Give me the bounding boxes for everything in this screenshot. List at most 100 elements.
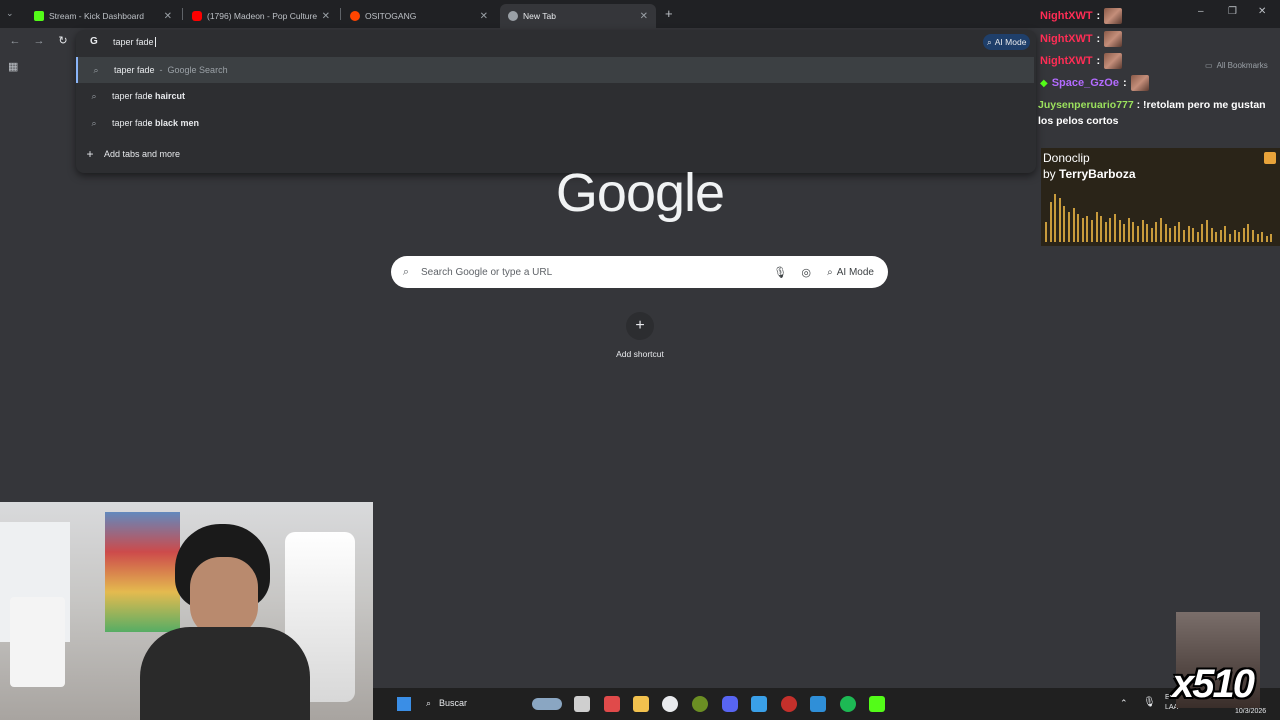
clapper-icon	[1264, 152, 1276, 164]
close-icon[interactable]: ✕	[480, 11, 488, 22]
visualizer-bar	[1201, 224, 1204, 242]
visualizer-bar	[1137, 226, 1139, 242]
apps-grid-icon[interactable]: ▦	[8, 60, 18, 73]
tab-kick-dashboard[interactable]: Stream - Kick Dashboard ✕	[26, 4, 180, 28]
chat-username: NightXWT	[1040, 33, 1093, 45]
kick-icon	[34, 11, 44, 21]
close-icon[interactable]: ✕	[164, 11, 172, 22]
visualizer-bar	[1146, 224, 1149, 242]
forward-arrow-icon[interactable]: →	[32, 34, 46, 48]
visualizer-bar	[1196, 232, 1199, 242]
visualizer-bar	[1178, 222, 1181, 242]
app-icon[interactable]	[781, 696, 797, 712]
visualizer-bar	[1104, 222, 1107, 242]
chat-text: :	[1096, 55, 1101, 67]
visualizer-bar	[1192, 228, 1195, 242]
taskbar-search-label: Buscar	[439, 698, 468, 708]
chat-username: Space_GzOe	[1051, 77, 1119, 89]
visualizer-bar	[1077, 214, 1080, 242]
chat-username: NightXWT	[1040, 10, 1093, 22]
suggestion-row[interactable]: ⌕ taper fad e haircut	[76, 83, 1034, 109]
microphone-icon[interactable]: 🎙	[767, 266, 793, 279]
visualizer-bar	[1270, 234, 1273, 242]
chat-message: NightXWT :	[1040, 53, 1123, 69]
file-explorer-icon[interactable]	[633, 696, 649, 712]
webcam-face	[190, 557, 258, 637]
visualizer-bar	[1072, 208, 1075, 242]
obs-icon[interactable]	[692, 696, 708, 712]
tab-divider	[340, 8, 341, 20]
reload-icon[interactable]: ↻	[56, 34, 70, 48]
visualizer-bar	[1252, 230, 1254, 242]
chat-message: NightXWT :	[1040, 8, 1123, 24]
omnibox-input[interactable]: taper fade	[113, 37, 156, 47]
ai-mode-button[interactable]: ⌕ AI Mode	[983, 34, 1031, 50]
emote-icon	[1104, 8, 1123, 24]
visualizer-bar	[1242, 228, 1245, 242]
chevron-up-icon[interactable]: ⌃	[1120, 698, 1128, 709]
visualizer-bar	[1063, 206, 1066, 242]
suggestion-text: taper fade	[114, 65, 155, 75]
donoclip-title: Donoclip	[1043, 151, 1090, 165]
plus-icon: +	[626, 312, 654, 340]
visualizer-bar	[1118, 220, 1121, 242]
ai-mode-label: AI Mode	[836, 266, 874, 278]
vscode-icon[interactable]	[810, 696, 826, 712]
visualizer-bar	[1187, 226, 1190, 242]
spotify-icon[interactable]	[840, 696, 856, 712]
search-icon: ⌕	[91, 117, 97, 128]
ai-mode-pill[interactable]: ⌕ AI Mode	[819, 261, 882, 283]
close-icon[interactable]: ✕	[322, 11, 330, 22]
tab-youtube[interactable]: (1796) Madeon - Pop Culture - ✕	[184, 4, 338, 28]
webcam-air-conditioner	[10, 597, 65, 687]
new-tab-plus-icon[interactable]: +	[665, 6, 673, 21]
discord-icon[interactable]	[722, 696, 738, 712]
chat-message: Juysenperuario777 : !retolam pero me gus…	[1038, 97, 1278, 129]
visualizer-bar	[1238, 232, 1241, 242]
tab-new-tab[interactable]: New Tab ✕	[500, 4, 656, 28]
stream-chat-overlay: NightXWT : NightXWT : NightXWT : ◆ Space…	[1036, 4, 1280, 132]
tab-title: (1796) Madeon - Pop Culture -	[207, 11, 318, 21]
visualizer-bar	[1215, 232, 1218, 242]
add-shortcut-tile[interactable]: + Add shortcut	[612, 312, 668, 359]
suggestion-completion: e haircut	[147, 91, 186, 101]
weather-icon[interactable]	[532, 698, 562, 710]
windows-start-icon[interactable]	[397, 697, 411, 711]
visualizer-bar	[1160, 218, 1162, 242]
back-arrow-icon[interactable]: ←	[8, 34, 22, 48]
tab-divider	[182, 8, 183, 20]
suggestion-row[interactable]: ⌕ taper fad e black men	[76, 110, 1034, 136]
visualizer-bar	[1109, 218, 1112, 242]
visualizer-bar	[1058, 198, 1061, 242]
kick-icon[interactable]	[869, 696, 885, 712]
chat-username: Juysenperuario777	[1038, 99, 1134, 111]
chrome-icon[interactable]	[662, 696, 678, 712]
visualizer-bar	[1155, 222, 1158, 242]
webcam-shelf	[105, 512, 180, 632]
tab-search-chevron-icon[interactable]: ⌄	[6, 8, 14, 19]
ai-search-icon: ⌕	[987, 36, 992, 47]
suggestion-separator: -	[159, 65, 163, 75]
microphone-icon[interactable]: 🎙	[1143, 697, 1156, 708]
visualizer-bar	[1127, 218, 1130, 242]
suggestion-row[interactable]: ⌕ taper fade - Google Search	[76, 57, 1034, 83]
task-view-icon[interactable]	[574, 696, 590, 712]
app-icon[interactable]	[751, 696, 767, 712]
search-placeholder: Search Google or type a URL	[421, 266, 553, 278]
visualizer-bar	[1123, 224, 1126, 242]
google-lens-icon[interactable]: ◎	[793, 266, 819, 279]
google-g-icon: G	[90, 36, 98, 47]
taskbar-search[interactable]: ⌕ Buscar	[426, 698, 467, 709]
google-logo: Google	[555, 163, 725, 223]
taskbar-date[interactable]: 10/3/2026	[1235, 708, 1266, 715]
ntp-search-box[interactable]: ⌕ Search Google or type a URL 🎙 ◎ ⌕ AI Mo…	[391, 256, 888, 288]
visualizer-bar	[1049, 202, 1052, 242]
audio-visualizer	[1041, 178, 1280, 246]
visualizer-bar	[1261, 232, 1264, 242]
suggestion-completion: e black men	[147, 118, 200, 128]
tab-ositogang[interactable]: OSITOGANG ✕	[342, 4, 496, 28]
search-icon: ⌕	[93, 64, 99, 75]
app-icon[interactable]	[604, 696, 620, 712]
visualizer-bar	[1229, 234, 1231, 242]
close-icon[interactable]: ✕	[640, 11, 648, 22]
